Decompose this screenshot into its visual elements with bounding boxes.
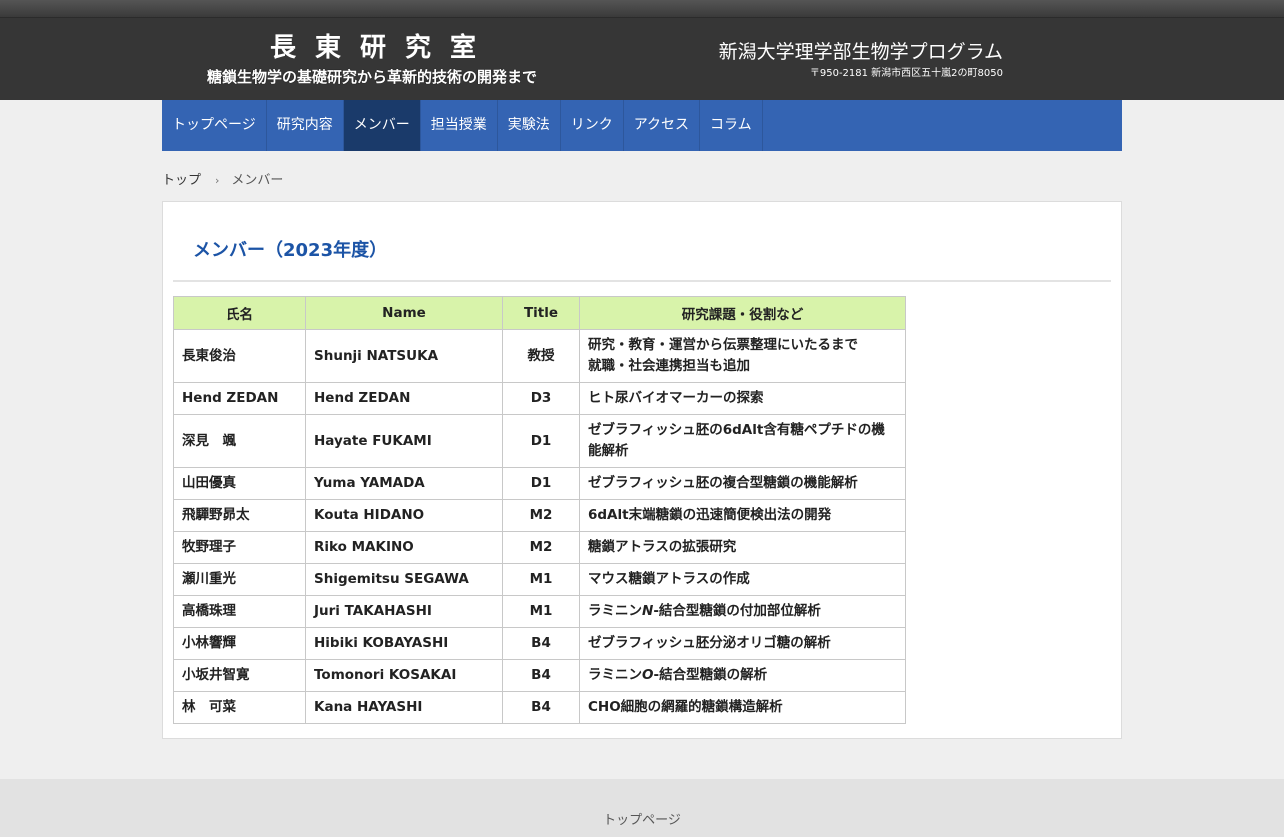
lab-logo-title[interactable]: 長東研究室 xyxy=(270,32,510,64)
cell-title: M2 xyxy=(502,531,580,564)
cell-research-prefix: ラミニン xyxy=(588,667,642,683)
cell-name-en: Shigemitsu SEGAWA xyxy=(305,563,503,596)
table-row: 山田優真 Yuma YAMADA D1 ゼブラフィッシュ胚の複合型糖鎖の機能解析 xyxy=(173,467,906,500)
table-row: 飛驒野昴太 Kouta HIDANO M2 6dAlt末端糖鎖の迅速簡便検出法の… xyxy=(173,499,906,532)
cell-research: ヒト尿バイオマーカーの探索 xyxy=(579,382,906,415)
column-header-research: 研究課題・役割など xyxy=(579,296,906,330)
breadcrumb: トップ › メンバー xyxy=(162,172,283,190)
cell-research: ラミニンN-結合型糖鎖の付加部位解析 xyxy=(579,595,906,628)
address: 〒950-2181 新潟市西区五十嵐2の町8050 xyxy=(809,68,1003,79)
table-row: Hend ZEDAN Hend ZEDAN D3 ヒト尿バイオマーカーの探索 xyxy=(173,382,906,415)
cell-research-line2: 就職・社会連携担当も追加 xyxy=(588,358,750,374)
site-footer: トップページ xyxy=(0,779,1284,837)
cell-name-en: Kouta HIDANO xyxy=(305,499,503,532)
top-strip xyxy=(0,0,1284,18)
cell-name-jp: 林 可菜 xyxy=(173,691,306,724)
cell-name-jp: 長東俊治 xyxy=(173,329,306,383)
cell-title: M2 xyxy=(502,499,580,532)
nav-item-classes[interactable]: 担当授業 xyxy=(421,100,498,151)
cell-research: ゼブラフィッシュ胚の複合型糖鎖の機能解析 xyxy=(579,467,906,500)
table-row: 牧野理子 Riko MAKINO M2 糖鎖アトラスの拡張研究 xyxy=(173,531,906,564)
cell-name-en: Riko MAKINO xyxy=(305,531,503,564)
lab-logo-subtitle: 糖鎖生物学の基礎研究から革新的技術の開発まで xyxy=(207,68,538,86)
cell-name-jp: 牧野理子 xyxy=(173,531,306,564)
nav-item-methods[interactable]: 実験法 xyxy=(498,100,561,151)
cell-research-suffix: -結合型糖鎖の付加部位解析 xyxy=(653,603,821,619)
nav-item-research[interactable]: 研究内容 xyxy=(267,100,344,151)
cell-research: 糖鎖アトラスの拡張研究 xyxy=(579,531,906,564)
cell-name-jp: 高橋珠理 xyxy=(173,595,306,628)
cell-title: 教授 xyxy=(502,329,580,383)
cell-name-en: Shunji NATSUKA xyxy=(305,329,503,383)
cell-research-italic: N xyxy=(642,603,654,619)
site-header: 長東研究室 糖鎖生物学の基礎研究から革新的技術の開発まで 新潟大学理学部生物学プ… xyxy=(0,18,1284,100)
cell-name-jp: 飛驒野昴太 xyxy=(173,499,306,532)
cell-research: ラミニンO-結合型糖鎖の解析 xyxy=(579,659,906,692)
cell-title: D1 xyxy=(502,414,580,468)
cell-research-italic: O xyxy=(642,667,654,683)
cell-name-jp: Hend ZEDAN xyxy=(173,382,306,415)
title-divider xyxy=(173,280,1111,282)
cell-research: マウス糖鎖アトラスの作成 xyxy=(579,563,906,596)
cell-title: B4 xyxy=(502,691,580,724)
table-row: 小林響輝 Hibiki KOBAYASHI B4 ゼブラフィッシュ胚分泌オリゴ糖… xyxy=(173,627,906,660)
cell-research: CHO細胞の網羅的糖鎖構造解析 xyxy=(579,691,906,724)
cell-name-en: Yuma YAMADA xyxy=(305,467,503,500)
cell-title: M1 xyxy=(502,563,580,596)
cell-name-en: Hibiki KOBAYASHI xyxy=(305,627,503,660)
cell-research: ゼブラフィッシュ胚の6dAlt含有糖ペプチドの機能解析 xyxy=(579,414,906,468)
table-row: 深見 颯 Hayate FUKAMI D1 ゼブラフィッシュ胚の6dAlt含有糖… xyxy=(173,414,906,468)
table-row: 長東俊治 Shunji NATSUKA 教授 研究・教育・運営から伝票整理にいた… xyxy=(173,329,906,383)
cell-title: B4 xyxy=(502,627,580,660)
cell-name-jp: 深見 颯 xyxy=(173,414,306,468)
cell-name-en: Hayate FUKAMI xyxy=(305,414,503,468)
nav-item-access[interactable]: アクセス xyxy=(624,100,701,151)
nav-item-column[interactable]: コラム xyxy=(700,100,763,151)
cell-title: B4 xyxy=(502,659,580,692)
table-header-row: 氏名 Name Title 研究課題・役割など xyxy=(173,296,906,330)
breadcrumb-separator-icon: › xyxy=(215,174,220,187)
cell-research-prefix: ラミニン xyxy=(588,603,642,619)
cell-name-en: Hend ZEDAN xyxy=(305,382,503,415)
table-row: 高橋珠理 Juri TAKAHASHI M1 ラミニンN-結合型糖鎖の付加部位解… xyxy=(173,595,906,628)
column-header-title: Title xyxy=(502,296,580,330)
nav-item-members[interactable]: メンバー xyxy=(343,100,421,151)
breadcrumb-home[interactable]: トップ xyxy=(162,173,201,188)
cell-research: 6dAlt末端糖鎖の迅速簡便検出法の開発 xyxy=(579,499,906,532)
main-content: メンバー（2023年度） 氏名 Name Title 研究課題・役割など 長東俊… xyxy=(162,201,1122,739)
column-header-name-jp: 氏名 xyxy=(173,296,306,330)
members-table: 氏名 Name Title 研究課題・役割など 長東俊治 Shunji NATS… xyxy=(173,296,906,724)
cell-title: D3 xyxy=(502,382,580,415)
cell-name-en: Tomonori KOSAKAI xyxy=(305,659,503,692)
cell-research-line1: 研究・教育・運営から伝票整理にいたるまで xyxy=(588,337,858,353)
cell-research: 研究・教育・運営から伝票整理にいたるまで 就職・社会連携担当も追加 xyxy=(579,329,906,383)
nav-item-links[interactable]: リンク xyxy=(561,100,624,151)
breadcrumb-current: メンバー xyxy=(231,173,284,188)
table-row: 林 可菜 Kana HAYASHI B4 CHO細胞の網羅的糖鎖構造解析 xyxy=(173,691,906,724)
cell-name-jp: 山田優真 xyxy=(173,467,306,500)
cell-research-suffix: -結合型糖鎖の解析 xyxy=(653,667,768,683)
university-name: 新潟大学理学部生物学プログラム xyxy=(718,41,1003,63)
cell-title: M1 xyxy=(502,595,580,628)
nav-item-top[interactable]: トップページ xyxy=(162,100,267,151)
cell-name-jp: 小林響輝 xyxy=(173,627,306,660)
table-row: 小坂井智寛 Tomonori KOSAKAI B4 ラミニンO-結合型糖鎖の解析 xyxy=(173,659,906,692)
cell-title: D1 xyxy=(502,467,580,500)
cell-name-en: Kana HAYASHI xyxy=(305,691,503,724)
column-header-name-en: Name xyxy=(305,296,503,330)
cell-name-en: Juri TAKAHASHI xyxy=(305,595,503,628)
cell-name-jp: 小坂井智寛 xyxy=(173,659,306,692)
table-row: 瀬川重光 Shigemitsu SEGAWA M1 マウス糖鎖アトラスの作成 xyxy=(173,563,906,596)
cell-research: ゼブラフィッシュ胚分泌オリゴ糖の解析 xyxy=(579,627,906,660)
main-nav: トップページ 研究内容 メンバー 担当授業 実験法 リンク アクセス コラム xyxy=(162,100,1122,151)
footer-link-top[interactable]: トップページ xyxy=(0,809,1284,828)
page-title: メンバー（2023年度） xyxy=(193,240,388,261)
cell-name-jp: 瀬川重光 xyxy=(173,563,306,596)
